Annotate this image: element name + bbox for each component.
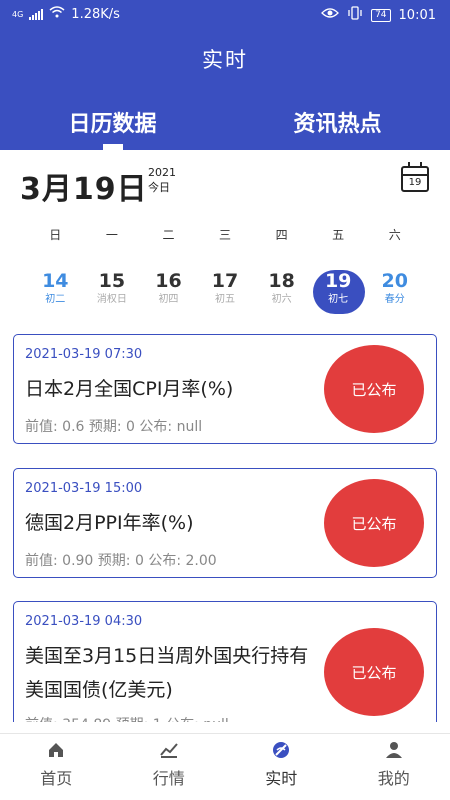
day-number: 17 [211,270,239,292]
event-time: 2021-03-19 04:30 [25,614,143,629]
day-number: 20 [381,270,408,292]
eye-icon [321,7,339,23]
day-number: 14 [42,270,69,292]
header: 4G 1.28K/s 74 10:01 实时 日历数据 资讯热点 [0,0,450,150]
nav-market[interactable]: 行情 [113,734,226,800]
bottom-nav: 首页 行情 实时 我的 [0,733,450,800]
lunar-label: 初四 [158,294,179,305]
nav-label: 首页 [40,769,73,788]
lunar-label: 初六 [271,294,292,305]
event-values: 前值: 0.6 预期: 0 公布: null [25,419,203,435]
day-number: 15 [98,270,126,292]
weekday-label: 一 [105,228,118,242]
weekday-header: 日 一 二 三 四 五 六 [0,226,450,243]
page-title: 实时 [202,48,248,72]
weekday-label: 二 [162,228,175,242]
lunar-label: 初七 [328,294,349,305]
day-number: 18 [268,270,295,292]
today-label: 今日 [148,181,170,194]
day-17[interactable]: 17 初五 [197,268,254,316]
event-time: 2021-03-19 15:00 [25,481,143,496]
weekday-label: 六 [388,228,401,242]
event-time: 2021-03-19 07:30 [25,347,143,362]
event-name: 德国2月PPI年率(%) [25,512,194,534]
weekday-label: 日 [49,228,62,242]
network-label: 4G [12,9,24,19]
vibrate-icon [347,6,363,24]
nav-label: 实时 [265,769,298,788]
week-strip: 14 初二 15 消权日 16 初四 17 初五 18 初六 19 初七 20 … [0,268,450,316]
day-14[interactable]: 14 初二 [27,268,84,316]
nav-mine[interactable]: 我的 [338,734,450,800]
nav-label: 我的 [377,769,410,788]
nav-label: 行情 [152,769,185,788]
lunar-label: 初五 [215,294,236,305]
lunar-label: 春分 [384,294,405,305]
event-card[interactable]: 2021-03-19 07:30 日本2月全国CPI月率(%) 前值: 0.6 … [13,334,437,444]
lunar-label: 初二 [45,294,66,305]
wifi-icon [49,6,65,22]
nav-realtime[interactable]: 实时 [225,734,338,800]
calendar-icon-day: 19 [403,174,427,190]
nav-home[interactable]: 首页 [0,734,113,800]
date-bar: 3月19日 2021 今日 19 [0,150,450,210]
status-bar: 4G 1.28K/s 74 10:01 [0,0,450,28]
status-badge: 已公布 [324,345,424,433]
day-19-selected[interactable]: 19 初七 [310,268,367,316]
status-badge: 已公布 [324,628,424,716]
chart-icon [113,739,226,761]
event-list[interactable]: 2021-03-19 07:30 日本2月全国CPI月率(%) 前值: 0.6 … [0,320,450,722]
day-16[interactable]: 16 初四 [140,268,197,316]
current-date: 3月19日 [20,172,148,207]
tab-news-hotspots[interactable]: 资讯热点 [225,106,450,138]
event-card[interactable]: 2021-03-19 04:30 美国至3月15日当周外国央行持有美国国债(亿美… [13,601,437,722]
weekday-label: 三 [219,228,232,242]
year-today-label: 2021 今日 [148,165,176,195]
calendar-icon[interactable]: 19 [401,162,429,192]
day-number: 16 [155,270,182,292]
event-name: 美国至3月15日当周外国央行持有美国国债(亿美元) [25,645,309,701]
weekday-label: 五 [332,228,345,242]
realtime-icon [225,739,338,761]
day-number: 19 [324,270,352,292]
tab-calendar-data[interactable]: 日历数据 [0,106,225,138]
event-values: 前值: 0.90 预期: 0 公布: 2.00 [25,553,217,569]
battery-icon: 74 [371,8,391,22]
clock: 10:01 [398,7,436,23]
status-badge: 已公布 [324,479,424,567]
home-icon [0,739,113,761]
weekday-label: 四 [275,228,288,242]
event-name: 日本2月全国CPI月率(%) [25,378,234,400]
day-15[interactable]: 15 消权日 [84,268,141,316]
network-speed: 1.28K/s [71,6,120,22]
lunar-label: 消权日 [96,294,127,305]
year-label: 2021 [148,166,176,179]
signal-icon [29,8,44,20]
event-card[interactable]: 2021-03-19 15:00 德国2月PPI年率(%) 前值: 0.90 预… [13,468,437,578]
day-18[interactable]: 18 初六 [253,268,310,316]
event-values: 前值: 354.89 预期: 1 公布: null [25,714,229,722]
user-icon [338,739,450,761]
day-20[interactable]: 20 春分 [366,268,423,316]
